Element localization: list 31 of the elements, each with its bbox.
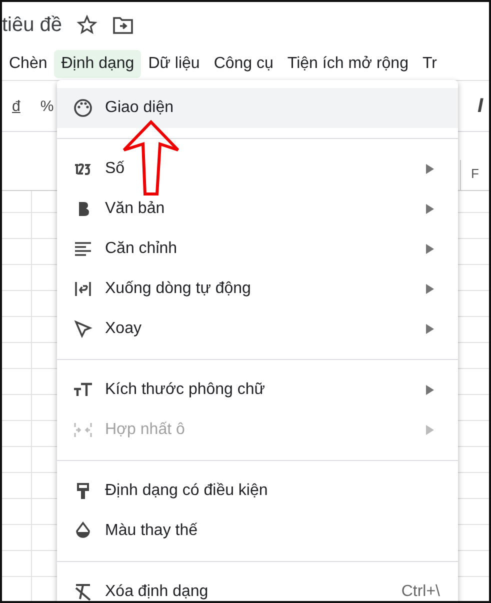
percent-format-button[interactable]: %	[40, 98, 54, 114]
menu-item[interactable]: Định dạng có điều kiện	[57, 471, 458, 511]
menubar-item[interactable]: Công cụ	[206, 50, 280, 78]
italic-button[interactable]: I	[477, 94, 483, 118]
star-icon[interactable]	[76, 14, 98, 36]
document-title[interactable]: tiêu đề	[2, 14, 62, 36]
menubar-item[interactable]: Chèn	[2, 50, 54, 78]
menu-item[interactable]: Xoay	[57, 309, 458, 349]
rotate-text-icon	[73, 319, 93, 339]
menu-item[interactable]: Căn chỉnh	[57, 229, 458, 269]
menubar-item[interactable]: Dữ liệu	[141, 50, 207, 78]
align-left-icon	[73, 239, 93, 259]
move-to-folder-icon[interactable]	[112, 15, 134, 35]
menubar-item[interactable]: Tiện ích mở rộng	[280, 50, 416, 78]
merge-cells-icon	[73, 420, 93, 440]
shortcut-text: Ctrl+\	[401, 583, 440, 601]
clear-format-icon	[73, 582, 93, 601]
menu-item[interactable]: Xuống dòng tự động	[57, 269, 458, 309]
palette-icon	[73, 98, 93, 118]
drop-icon	[73, 521, 93, 541]
menu-item[interactable]: Xóa định dạng Ctrl+\	[57, 572, 458, 601]
menu-item[interactable]: Văn bản	[57, 189, 458, 229]
menu-item[interactable]: Số	[57, 149, 458, 189]
currency-format-button[interactable]: đ	[12, 98, 20, 114]
menu-item[interactable]: Kích thước phông chữ	[57, 370, 458, 410]
text-wrap-icon	[73, 279, 93, 299]
menubar-item[interactable]: Định dạng	[54, 50, 142, 78]
menubar-item[interactable]: Tr	[415, 50, 444, 78]
menu-item[interactable]: Màu thay thế	[57, 511, 458, 551]
menu-item[interactable]: Giao diện	[57, 88, 458, 128]
column-header[interactable]: F	[460, 160, 489, 190]
